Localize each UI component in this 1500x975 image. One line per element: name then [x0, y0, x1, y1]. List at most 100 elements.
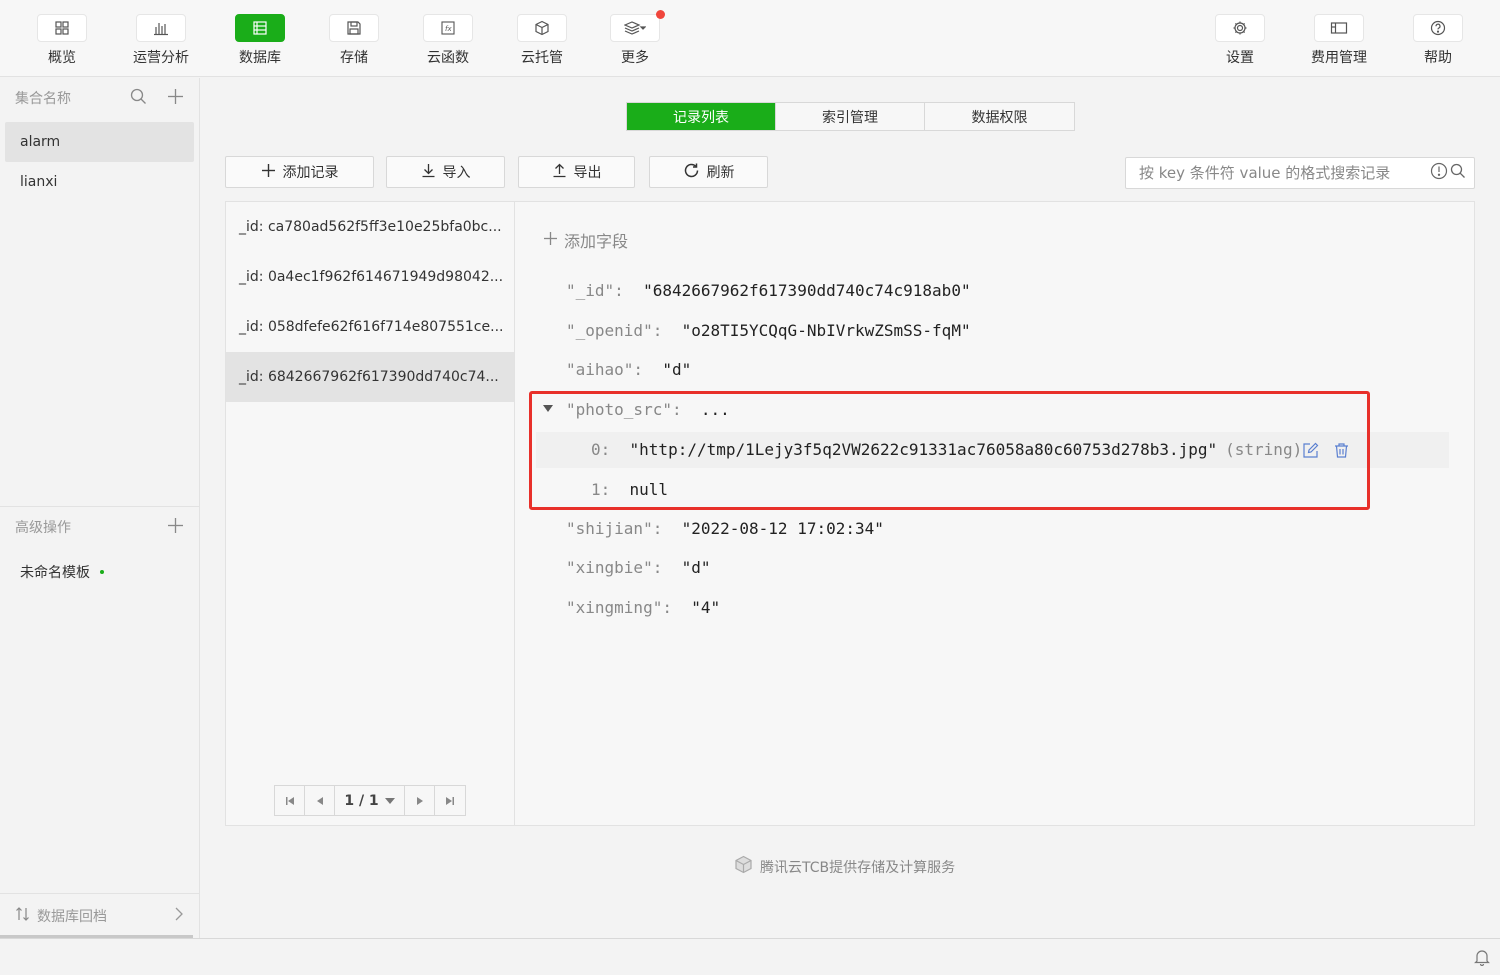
- chevron-down-icon: [384, 793, 395, 809]
- import-button[interactable]: 导入: [386, 156, 505, 188]
- search-icon[interactable]: [130, 88, 147, 109]
- grid-icon: [37, 14, 87, 42]
- collections-title: 集合名称: [15, 91, 71, 107]
- toolbar-settings[interactable]: 设置: [1200, 14, 1280, 67]
- view-tabs: 记录列表 索引管理 数据权限: [626, 102, 1075, 131]
- field-value: "6842667962f617390dd740c74c918ab0": [643, 281, 971, 300]
- top-toolbar: 概览 运营分析 数据库 存储 fx 云函数 云托管 更多 设置 费用管理 帮助: [0, 0, 1500, 77]
- rollback-label: 数据库回档: [37, 909, 107, 925]
- save-icon: [329, 14, 379, 42]
- toolbar-more[interactable]: 更多: [595, 10, 675, 67]
- database-rollback[interactable]: 数据库回档: [0, 893, 199, 938]
- prev-page-button[interactable]: [305, 786, 335, 815]
- toolbar-overview[interactable]: 概览: [22, 14, 102, 67]
- billing-icon: [1314, 14, 1364, 42]
- toolbar-label: 存储: [340, 50, 368, 66]
- page-indicator: 1 / 1: [344, 792, 379, 809]
- add-field-button[interactable]: 添加字段: [543, 228, 628, 252]
- toolbar-label: 运营分析: [133, 50, 189, 66]
- toolbar-billing[interactable]: 费用管理: [1299, 14, 1379, 67]
- toolbar-help[interactable]: 帮助: [1398, 14, 1478, 67]
- download-icon: [421, 163, 436, 182]
- tab-permissions[interactable]: 数据权限: [925, 103, 1074, 130]
- collections-sidebar: 集合名称 alarm lianxi 高级操作 未命名模板 数据库回档: [0, 78, 200, 938]
- first-page-button[interactable]: [275, 786, 305, 815]
- refresh-button[interactable]: 刷新: [649, 156, 768, 188]
- search-input[interactable]: [1139, 164, 1430, 182]
- plus-icon: [261, 163, 276, 182]
- info-icon[interactable]: [1430, 162, 1448, 184]
- field-row[interactable]: "shijian": "2022-08-12 17:02:34": [566, 519, 884, 538]
- toolbar-storage[interactable]: 存储: [314, 14, 394, 67]
- cloud-logo-icon: [734, 855, 753, 878]
- page-select[interactable]: 1 / 1: [335, 786, 405, 815]
- bell-icon[interactable]: [1474, 948, 1490, 970]
- field-value: "o28TI5YCQqG-NbIVrkwZSmSS-fqM": [681, 321, 971, 340]
- toolbar-label: 费用管理: [1311, 50, 1367, 66]
- export-button[interactable]: 导出: [518, 156, 635, 188]
- toolbar-hosting[interactable]: 云托管: [502, 14, 582, 67]
- template-label: 未命名模板: [20, 565, 90, 581]
- field-row[interactable]: "_id": "6842667962f617390dd740c74c918ab0…: [566, 281, 971, 300]
- records-panel: _id: ca780ad562f5ff3e10e25bfa0bc... _id:…: [225, 201, 1475, 826]
- field-key: "xingbie":: [566, 558, 663, 577]
- add-field-label: 添加字段: [564, 232, 629, 251]
- toolbar-label: 设置: [1226, 50, 1254, 66]
- toolbar-label: 云函数: [427, 50, 469, 66]
- plus-icon: [543, 231, 558, 250]
- field-row[interactable]: "aihao": "d": [566, 360, 691, 379]
- toolbar-analytics[interactable]: 运营分析: [121, 14, 201, 67]
- collection-item-lianxi[interactable]: lianxi: [5, 162, 194, 202]
- import-label: 导入: [442, 165, 471, 181]
- record-list: _id: ca780ad562f5ff3e10e25bfa0bc... _id:…: [226, 202, 515, 825]
- toolbar-functions[interactable]: fx 云函数: [408, 14, 488, 67]
- field-value: "d": [681, 558, 711, 577]
- function-icon: fx: [423, 14, 473, 42]
- service-credit: 腾讯云TCB提供存储及计算服务: [734, 855, 955, 878]
- toolbar-label: 数据库: [239, 50, 281, 66]
- database-icon: [235, 14, 285, 42]
- cube-icon: [517, 14, 567, 42]
- field-row[interactable]: "xingming": "4": [566, 598, 720, 617]
- field-row[interactable]: "xingbie": "d": [566, 558, 711, 577]
- record-detail: 添加字段 "_id": "6842667962f617390dd740c74c9…: [516, 202, 1474, 825]
- record-search: [1125, 157, 1475, 189]
- field-value: "d": [662, 360, 692, 379]
- status-dot: [100, 570, 104, 574]
- field-key: "shijian":: [566, 519, 663, 538]
- add-template-icon[interactable]: [167, 517, 184, 538]
- record-item-selected[interactable]: _id: 6842667962f617390dd740c74...: [226, 352, 514, 402]
- upload-icon: [552, 163, 567, 182]
- template-item[interactable]: 未命名模板: [5, 552, 194, 592]
- layers-icon: [610, 10, 665, 42]
- field-value: "2022-08-12 17:02:34": [681, 519, 884, 538]
- tab-indexes[interactable]: 索引管理: [776, 103, 925, 130]
- add-record-button[interactable]: 添加记录: [225, 156, 374, 188]
- next-page-button[interactable]: [405, 786, 435, 815]
- record-item[interactable]: _id: ca780ad562f5ff3e10e25bfa0bc...: [226, 202, 514, 252]
- record-item[interactable]: _id: 0a4ec1f962f614671949d98042...: [226, 252, 514, 302]
- bar-chart-icon: [136, 14, 186, 42]
- chevron-right-icon: [174, 907, 184, 925]
- collection-item-alarm[interactable]: alarm: [5, 122, 194, 162]
- help-icon: [1413, 14, 1463, 42]
- toolbar-database[interactable]: 数据库: [220, 14, 300, 67]
- add-collection-icon[interactable]: [167, 88, 184, 109]
- refresh-label: 刷新: [706, 165, 735, 181]
- credit-text: 腾讯云TCB提供存储及计算服务: [760, 859, 956, 876]
- field-value: "4": [691, 598, 721, 617]
- pagination: 1 / 1: [274, 785, 466, 816]
- toolbar-label: 更多: [621, 50, 649, 66]
- refresh-icon: [683, 162, 700, 183]
- record-item[interactable]: _id: 058dfefe62f616f714e807551ce...: [226, 302, 514, 352]
- toolbar-label: 云托管: [521, 50, 563, 66]
- tab-records[interactable]: 记录列表: [627, 103, 776, 130]
- search-icon[interactable]: [1450, 163, 1466, 183]
- collections-header: 集合名称: [0, 78, 199, 118]
- field-row[interactable]: "_openid": "o28TI5YCQqG-NbIVrkwZSmSS-fqM…: [566, 321, 971, 340]
- field-key: "_id":: [566, 281, 624, 300]
- advanced-section: 高级操作 未命名模板: [0, 506, 199, 592]
- last-page-button[interactable]: [435, 786, 465, 815]
- annotation-highlight-box: [529, 391, 1370, 510]
- field-key: "_openid":: [566, 321, 663, 340]
